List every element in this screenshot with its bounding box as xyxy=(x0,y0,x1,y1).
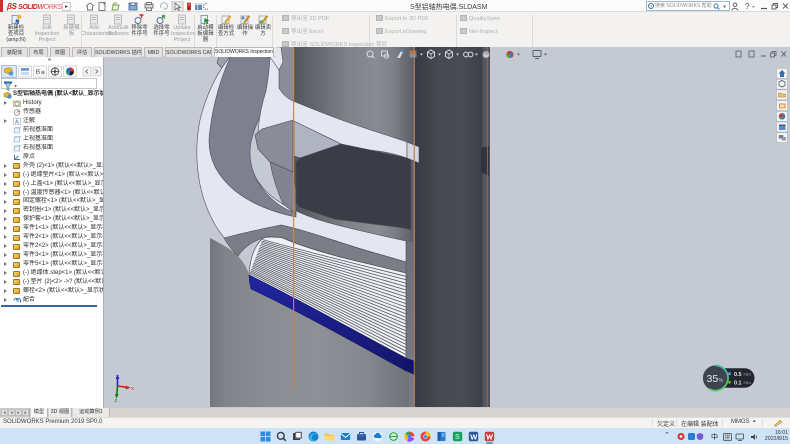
svg-text:W: W xyxy=(470,432,478,441)
svg-text:拼: 拼 xyxy=(725,433,731,441)
svg-text:0.1: 0.1 xyxy=(734,380,742,386)
svg-text:35: 35 xyxy=(707,373,719,385)
svg-text:KB/s: KB/s xyxy=(744,381,752,385)
svg-text:S: S xyxy=(455,434,460,441)
svg-text:A: A xyxy=(15,119,19,125)
svg-text:B: B xyxy=(36,69,41,76)
svg-text:X: X xyxy=(131,386,134,391)
svg-text:?: ? xyxy=(745,2,750,11)
svg-text:Y: Y xyxy=(116,374,119,379)
svg-text:KB/s: KB/s xyxy=(744,373,752,377)
svg-text:%: % xyxy=(719,378,724,384)
svg-text:0.5: 0.5 xyxy=(734,372,742,378)
svg-text:Z: Z xyxy=(115,398,118,403)
